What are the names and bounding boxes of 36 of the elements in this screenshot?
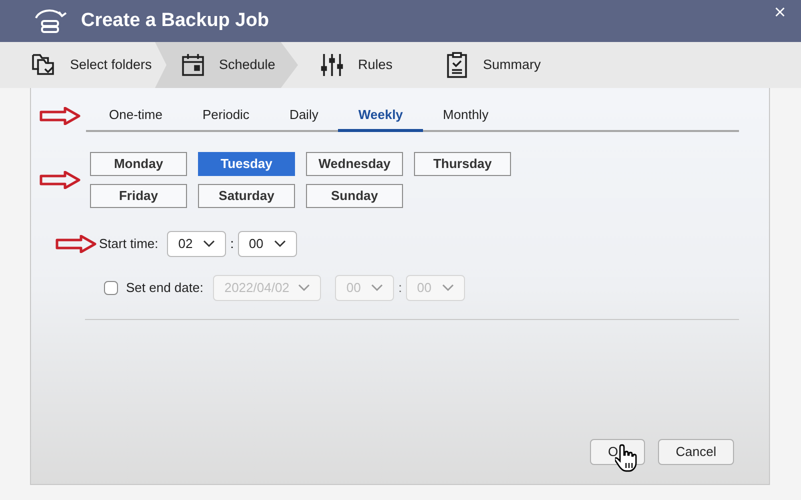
wizard-step[interactable]: Schedule	[155, 42, 298, 88]
minute-select[interactable]: 00	[238, 231, 297, 257]
wizard-step[interactable]: Select folders	[0, 42, 155, 88]
chevron-down-icon	[274, 240, 286, 248]
time-separator: :	[398, 279, 402, 298]
cancel-button[interactable]: Cancel	[658, 439, 734, 465]
schedule-tab[interactable]: Periodic	[182, 100, 270, 132]
chevron-down-icon	[371, 284, 384, 292]
schedule-tab[interactable]: Weekly	[338, 100, 423, 132]
day-button[interactable]: Wednesday	[306, 152, 403, 176]
wizard-step[interactable]: Rules	[298, 42, 423, 88]
sliders-icon	[318, 51, 346, 79]
end-date-label: Set end date:	[126, 279, 204, 298]
backup-icon	[33, 7, 67, 35]
day-button[interactable]: Monday	[90, 152, 187, 176]
start-time-label: Start time:	[99, 235, 158, 254]
chevron-down-icon	[298, 284, 310, 292]
day-button[interactable]: Tuesday	[198, 152, 295, 176]
day-button[interactable]: Saturday	[198, 184, 295, 208]
arrow-icon	[39, 107, 81, 125]
arrow-icon	[39, 171, 81, 189]
close-icon[interactable]	[775, 7, 785, 17]
day-button[interactable]: Thursday	[414, 152, 511, 176]
day-button[interactable]: Sunday	[306, 184, 403, 208]
chevron-down-icon	[203, 240, 216, 248]
hour-select[interactable]: 02	[167, 231, 226, 257]
window-title: Create a Backup Job	[81, 8, 269, 33]
schedule-tab[interactable]: One-time	[89, 100, 182, 132]
day-button[interactable]: Friday	[90, 184, 187, 208]
chevron-down-icon	[442, 284, 454, 292]
arrow-icon	[55, 235, 97, 253]
schedule-tab[interactable]: Monthly	[422, 100, 508, 132]
schedule-tab[interactable]: Daily	[269, 100, 338, 132]
calendar-icon	[179, 51, 207, 79]
wizard-step[interactable]: Summary	[423, 42, 548, 88]
time-separator: :	[230, 235, 234, 254]
